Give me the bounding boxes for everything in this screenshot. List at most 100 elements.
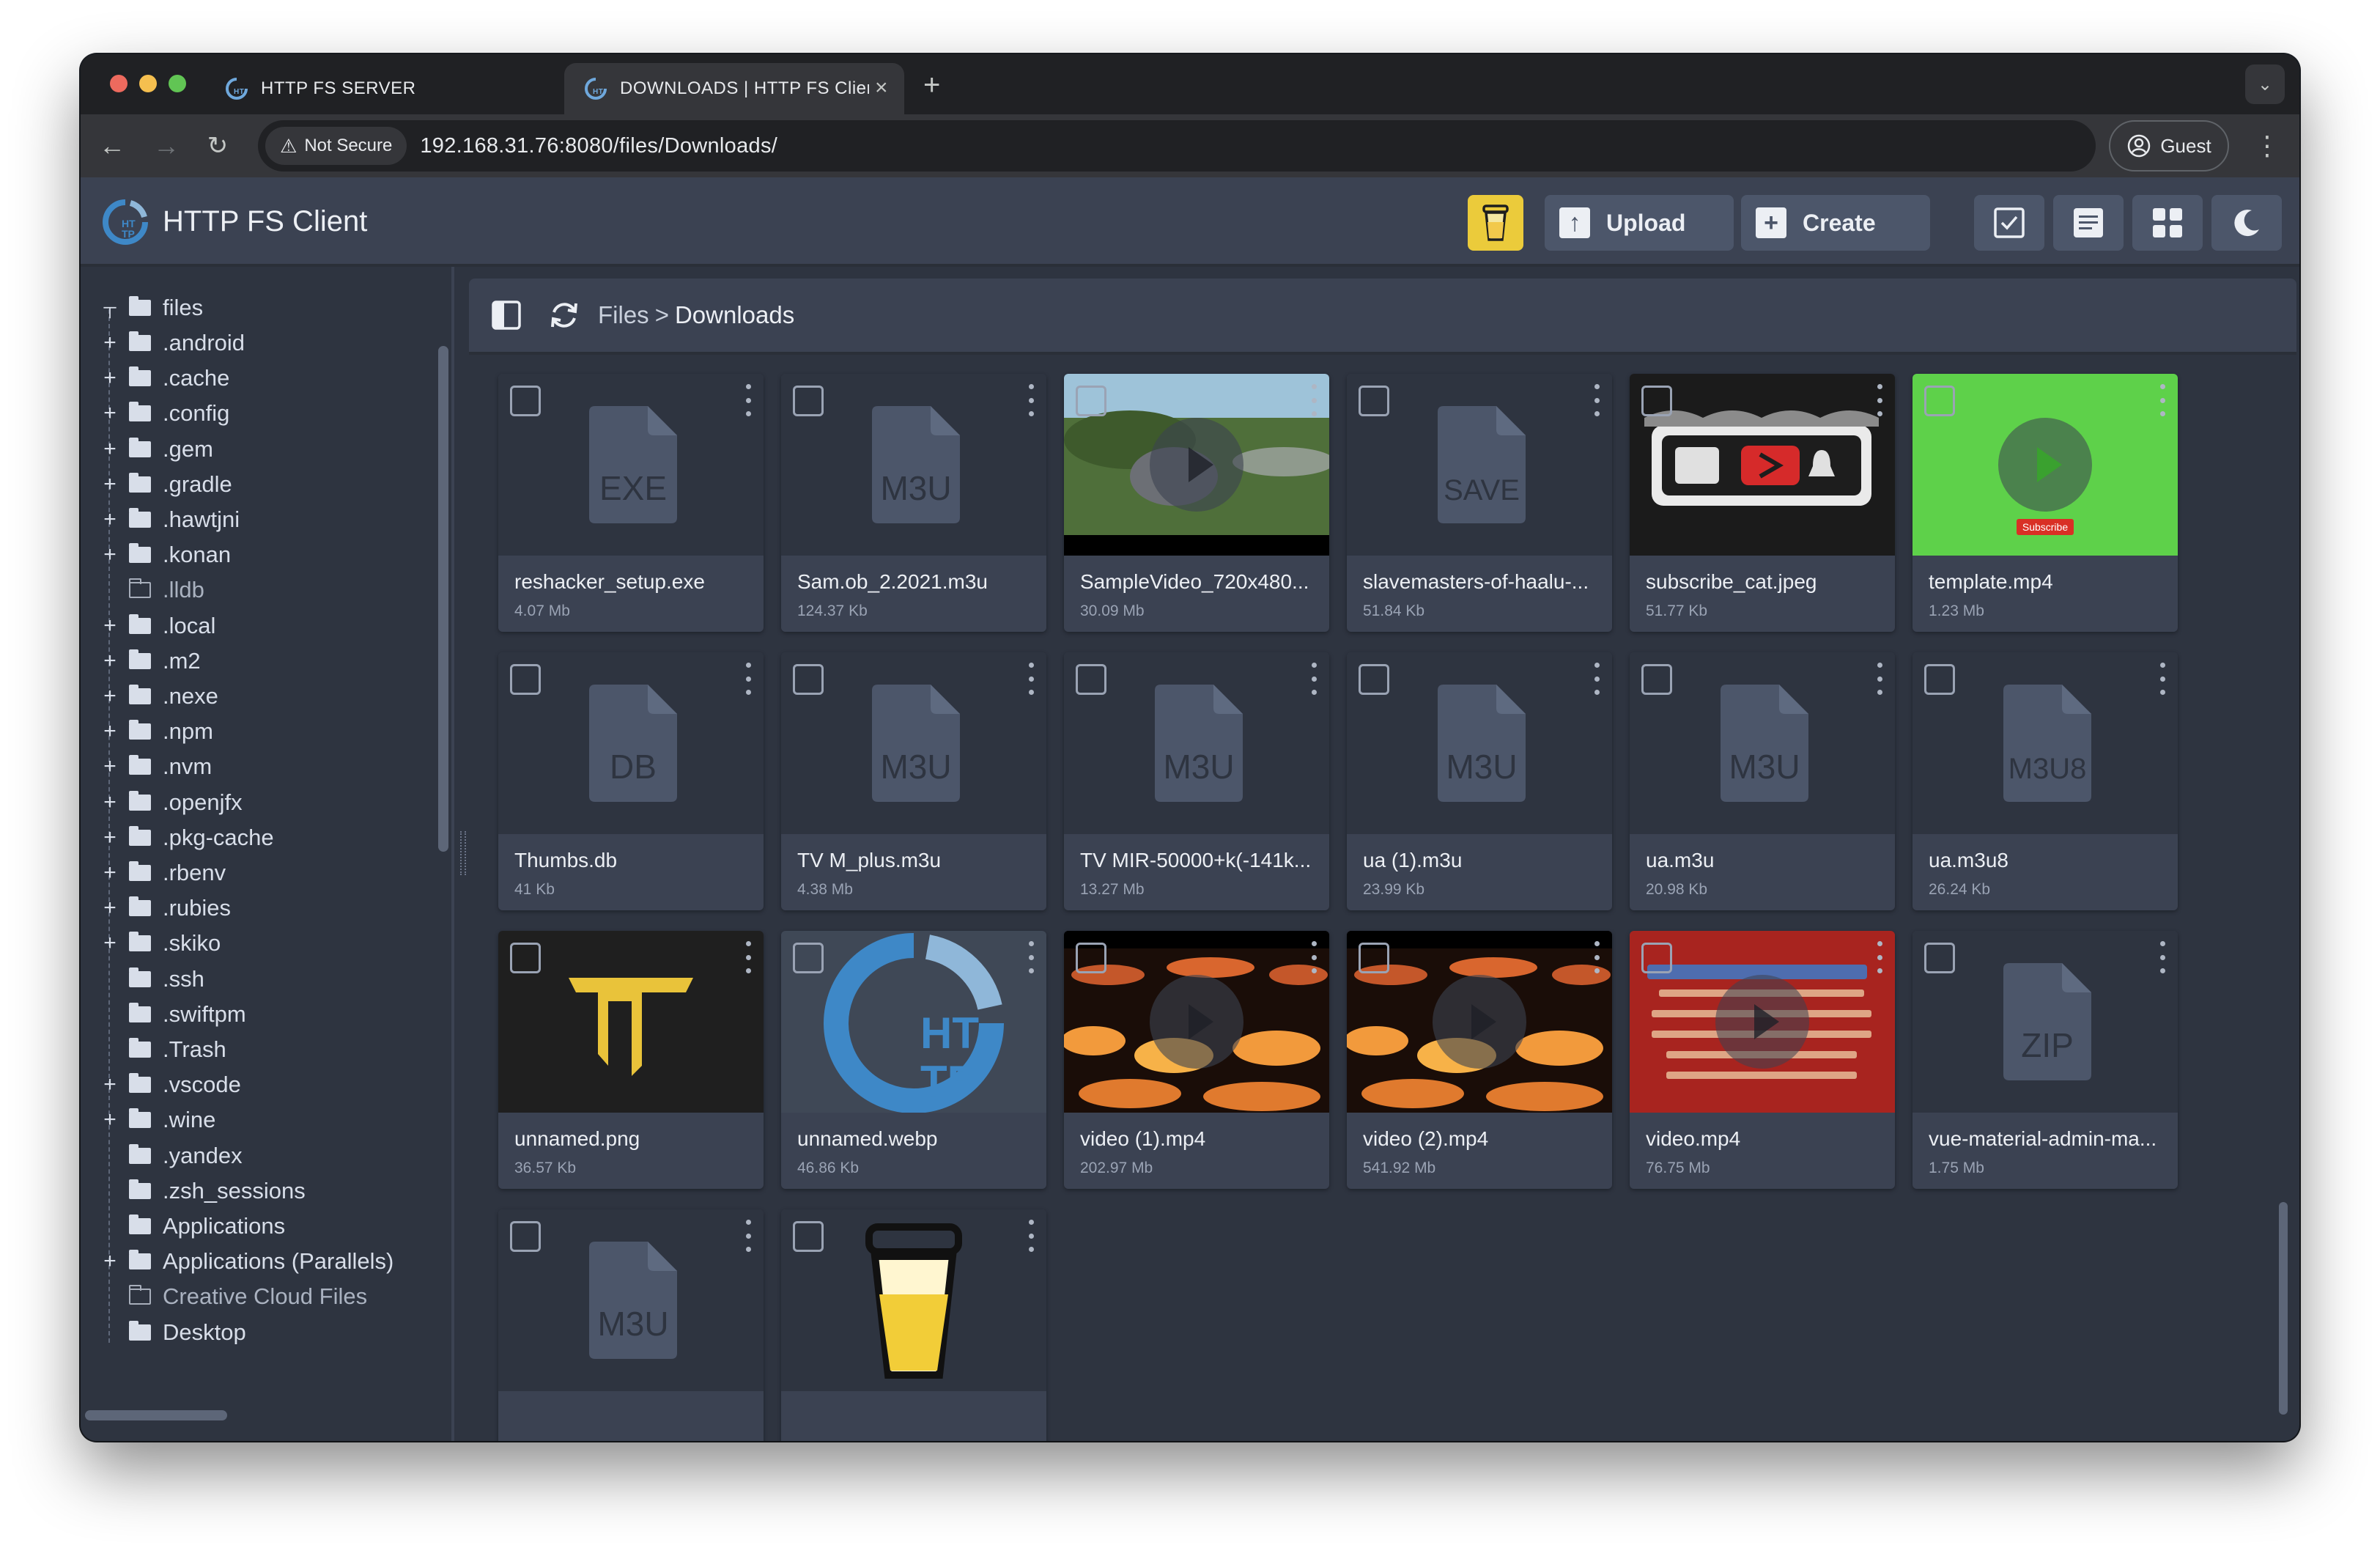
file-card[interactable]: M3U Sam.ob_2.2021.m3u 124.37 Kb <box>781 374 1046 632</box>
file-menu-icon[interactable] <box>1593 663 1600 695</box>
file-card[interactable]: M3U ua.m3u 20.98 Kb <box>1630 652 1895 910</box>
select-checkbox[interactable] <box>1076 386 1106 416</box>
tree-item[interactable]: + .config <box>98 396 229 431</box>
grid-view-button[interactable] <box>2132 195 2203 251</box>
create-button[interactable]: + Create <box>1741 195 1930 251</box>
tree-item[interactable]: Creative Cloud Files <box>98 1279 367 1314</box>
tree-item[interactable]: + .android <box>98 325 245 361</box>
list-view-button[interactable] <box>2053 195 2124 251</box>
tree-root-files[interactable]: ┬ files <box>98 290 203 325</box>
breadcrumb-downloads[interactable]: Downloads <box>675 301 794 329</box>
file-menu-icon[interactable] <box>1593 384 1600 416</box>
browser-menu-icon[interactable]: ⋮ <box>2254 128 2280 164</box>
upload-button[interactable]: ↑ Upload <box>1545 195 1734 251</box>
refresh-icon[interactable] <box>548 299 580 331</box>
file-menu-icon[interactable] <box>1027 1220 1035 1252</box>
select-checkbox[interactable] <box>1641 943 1672 973</box>
expand-icon[interactable]: + <box>98 825 122 850</box>
expand-icon[interactable]: + <box>98 860 122 885</box>
security-chip[interactable]: ⚠ Not Secure <box>265 127 407 165</box>
file-menu-icon[interactable] <box>1593 941 1600 973</box>
select-checkbox[interactable] <box>510 386 541 416</box>
file-menu-icon[interactable] <box>744 384 752 416</box>
tree-item[interactable]: + .gem <box>98 432 213 467</box>
tab-search-chevron-icon[interactable]: ⌄ <box>2245 64 2285 104</box>
select-checkbox[interactable] <box>1076 943 1106 973</box>
tree-item[interactable]: .ssh <box>98 962 204 997</box>
expand-icon[interactable]: + <box>98 896 122 921</box>
breadcrumb-files[interactable]: Files <box>598 301 649 329</box>
file-menu-icon[interactable] <box>744 663 752 695</box>
tree-item[interactable]: + .nexe <box>98 679 218 714</box>
expand-icon[interactable]: + <box>98 472 122 497</box>
back-arrow-icon[interactable]: ← <box>95 129 129 163</box>
tree-item[interactable]: + .vscode <box>98 1067 241 1102</box>
tree-item[interactable]: + .npm <box>98 714 213 749</box>
content-scrollbar[interactable] <box>2279 1202 2288 1415</box>
select-checkbox[interactable] <box>510 943 541 973</box>
tree-item[interactable]: + .rubies <box>98 891 231 926</box>
tree-item[interactable]: Applications <box>98 1209 285 1244</box>
new-tab-icon[interactable]: + <box>923 69 940 102</box>
tree-item[interactable]: + .hawtjni <box>98 502 240 537</box>
select-checkbox[interactable] <box>1359 943 1389 973</box>
tree-item[interactable]: + .local <box>98 608 215 644</box>
expand-icon[interactable]: + <box>98 613 122 638</box>
sidebar-resize-handle[interactable] <box>460 831 466 875</box>
toggle-sidebar-icon[interactable] <box>491 300 522 331</box>
file-card[interactable]: video.mp4 76.75 Mb <box>1630 931 1895 1189</box>
file-card[interactable]: M3U TV M_plus.m3u 4.38 Mb <box>781 652 1046 910</box>
sidebar-vertical-scrollbar[interactable] <box>438 346 448 852</box>
expand-icon[interactable]: + <box>98 1249 122 1274</box>
select-checkbox[interactable] <box>793 1221 824 1252</box>
expand-icon[interactable]: + <box>98 790 122 815</box>
file-card[interactable]: DB Thumbs.db 41 Kb <box>498 652 764 910</box>
tree-item[interactable]: + .openjfx <box>98 785 242 820</box>
expand-icon[interactable]: + <box>98 1107 122 1132</box>
tree-item[interactable]: + .skiko <box>98 926 221 961</box>
select-checkbox[interactable] <box>1359 664 1389 695</box>
expand-icon[interactable]: + <box>98 719 122 744</box>
file-card[interactable]: SAVE slavemasters-of-haalu-... 51.84 Kb <box>1347 374 1612 632</box>
select-checkbox[interactable] <box>793 386 824 416</box>
dark-mode-button[interactable] <box>2211 195 2282 251</box>
tree-item[interactable]: + Applications (Parallels) <box>98 1244 393 1279</box>
file-card[interactable]: video (2).mp4 541.92 Mb <box>1347 931 1612 1189</box>
tree-item[interactable]: + .konan <box>98 537 231 572</box>
tree-item[interactable]: + .pkg-cache <box>98 820 273 855</box>
minimize-window-button[interactable] <box>139 75 157 92</box>
tree-item[interactable]: .zsh_sessions <box>98 1173 306 1209</box>
expand-icon[interactable]: + <box>98 401 122 426</box>
file-menu-icon[interactable] <box>1310 941 1318 973</box>
tree-item[interactable]: .Trash <box>98 1032 226 1067</box>
tree-item[interactable]: .swiftpm <box>98 997 246 1032</box>
tree-item[interactable]: .lldb <box>98 572 204 608</box>
file-menu-icon[interactable] <box>2159 941 2166 973</box>
file-card[interactable]: video (1).mp4 202.97 Mb <box>1064 931 1329 1189</box>
file-menu-icon[interactable] <box>1027 384 1035 416</box>
tree-item[interactable]: + .nvm <box>98 749 212 784</box>
close-tab-icon[interactable]: × <box>875 76 888 100</box>
file-card[interactable]: EXE reshacker_setup.exe 4.07 Mb <box>498 374 764 632</box>
maximize-window-button[interactable] <box>169 75 186 92</box>
select-checkbox[interactable] <box>793 943 824 973</box>
tree-item[interactable]: + .rbenv <box>98 855 226 891</box>
select-mode-button[interactable] <box>1974 195 2044 251</box>
expand-icon[interactable]: + <box>98 684 122 709</box>
select-checkbox[interactable] <box>1641 386 1672 416</box>
file-card[interactable]: M3U TV MIR-50000+k(-141k... 13.27 Mb <box>1064 652 1329 910</box>
file-card[interactable]: SampleVideo_720x480... 30.09 Mb <box>1064 374 1329 632</box>
file-card[interactable]: ZIP vue-material-admin-ma... 1.75 Mb <box>1912 931 2178 1189</box>
select-checkbox[interactable] <box>510 1221 541 1252</box>
select-checkbox[interactable] <box>1924 664 1955 695</box>
expand-icon[interactable]: + <box>98 437 122 462</box>
file-menu-icon[interactable] <box>1310 384 1318 416</box>
buy-me-coffee-button[interactable] <box>1468 195 1523 251</box>
select-checkbox[interactable] <box>510 664 541 695</box>
file-menu-icon[interactable] <box>1027 941 1035 973</box>
tree-item[interactable]: Desktop <box>98 1315 246 1344</box>
select-checkbox[interactable] <box>1924 386 1955 416</box>
reload-icon[interactable]: ↻ <box>201 129 234 163</box>
select-checkbox[interactable] <box>793 664 824 695</box>
file-menu-icon[interactable] <box>1876 663 1883 695</box>
